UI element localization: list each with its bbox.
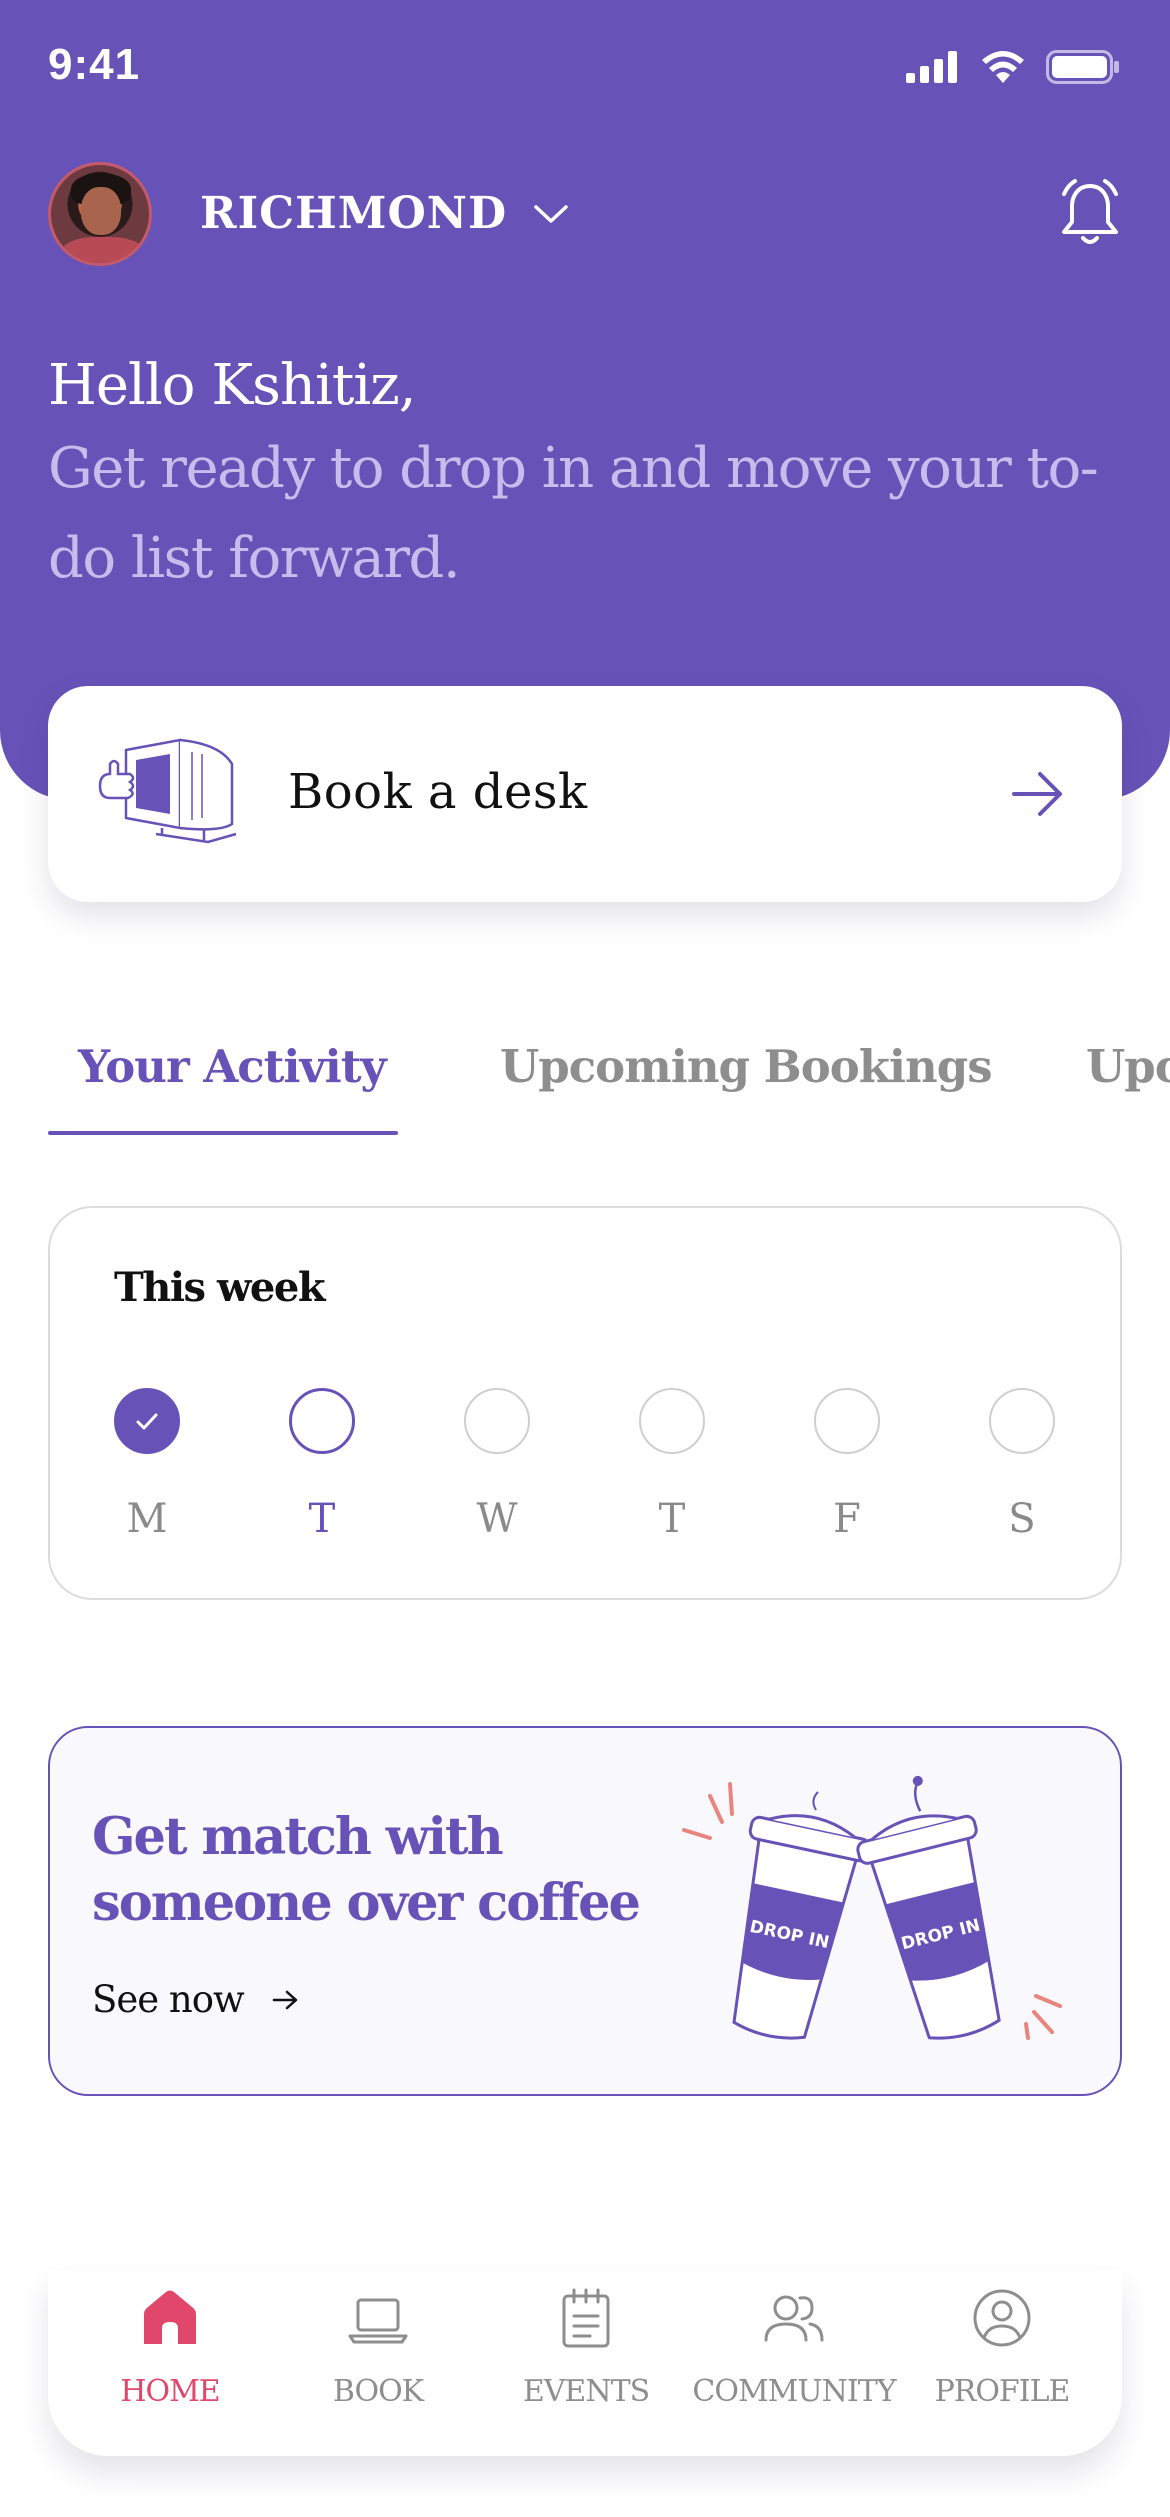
day-tuesday[interactable]: T [287,1388,357,1568]
see-now-label: See now [92,1978,245,2021]
coffee-match-card[interactable]: Get match with someone over coffee See n… [48,1726,1122,2096]
bottom-navigation: HOME BOOK EVENTS COMMUNITY PROFILE [48,2270,1122,2456]
day-letter: S [1008,1496,1036,1542]
nav-profile-label: PROFILE [934,2374,1071,2409]
greeting-title: Hello Kshitiz, [48,353,417,418]
active-tab-indicator [48,1131,398,1135]
day-thursday[interactable]: T [637,1388,707,1568]
tab-upcoming-bookings[interactable]: Upcoming Bookings [500,1040,993,1093]
book-desk-label: Book a desk [288,764,588,820]
day-circle [639,1388,705,1454]
see-now-link[interactable]: See now [92,1978,300,2021]
status-time: 9:41 [48,40,141,89]
nav-home-label: HOME [120,2374,220,2409]
arrow-right-icon [272,1990,297,2009]
laptop-icon [348,2298,408,2344]
day-circle [814,1388,880,1454]
home-icon [144,2290,196,2344]
checkmark-icon [136,1413,158,1430]
location-selector[interactable]: RICHMOND [200,188,569,239]
day-saturday[interactable]: S [987,1388,1057,1568]
day-monday[interactable]: M [112,1388,182,1568]
people-icon [764,2295,824,2342]
nav-book[interactable]: BOOK [273,2270,483,2456]
avatar-face [81,187,121,235]
status-bar: 9:41 [0,0,1170,140]
activity-tabs: Your Activity Upcoming Bookings Upc [0,1020,1170,1135]
user-circle-icon [973,2289,1031,2347]
signal-icon [906,51,957,83]
nav-events[interactable]: EVENTS [481,2270,691,2456]
greeting: Hello Kshitiz, Get ready to drop in and … [48,350,1128,604]
battery-icon [1046,50,1119,84]
arrow-right-icon [1012,772,1062,816]
nav-community-label: COMMUNITY [692,2374,896,2409]
computer-thumbs-up-icon [98,738,237,844]
this-week-card: This week M T W T F S [48,1206,1122,1600]
notepad-icon [562,2288,610,2348]
day-letter: M [126,1496,168,1542]
nav-events-label: EVENTS [522,2374,650,2409]
greeting-subtitle: Get ready to drop in and move your to-do… [48,436,1099,591]
nav-profile[interactable]: PROFILE [897,2270,1107,2456]
coffee-cups-illustration: DROP IN DROP IN [682,1775,1062,2040]
day-letter: F [833,1496,861,1542]
nav-community[interactable]: COMMUNITY [689,2270,899,2456]
week-title: This week [114,1264,326,1311]
nav-book-label: BOOK [332,2374,424,2409]
wifi-icon [982,51,1024,83]
avatar-body [61,237,145,263]
avatar[interactable] [48,162,152,266]
chevron-down-icon [534,204,568,223]
day-letter: T [308,1496,336,1542]
day-check-circle [114,1388,180,1454]
location-label: RICHMOND [200,188,508,239]
book-desk-card[interactable]: Book a desk [48,686,1122,902]
day-circle [289,1388,355,1454]
tab-upcoming-overflow[interactable]: Upc [1086,1040,1170,1093]
bell-icon[interactable] [1058,178,1122,250]
status-icons [906,50,1120,84]
day-letter: T [658,1496,686,1542]
day-wednesday[interactable]: W [462,1388,532,1568]
top-bar: RICHMOND [48,160,1122,270]
nav-home[interactable]: HOME [65,2270,275,2456]
tab-your-activity[interactable]: Your Activity [78,1040,387,1093]
day-circle [989,1388,1055,1454]
day-friday[interactable]: F [812,1388,882,1568]
day-letter: W [476,1496,518,1542]
promo-title: Get match with someone over coffee [92,1807,641,1933]
day-circle [464,1388,530,1454]
